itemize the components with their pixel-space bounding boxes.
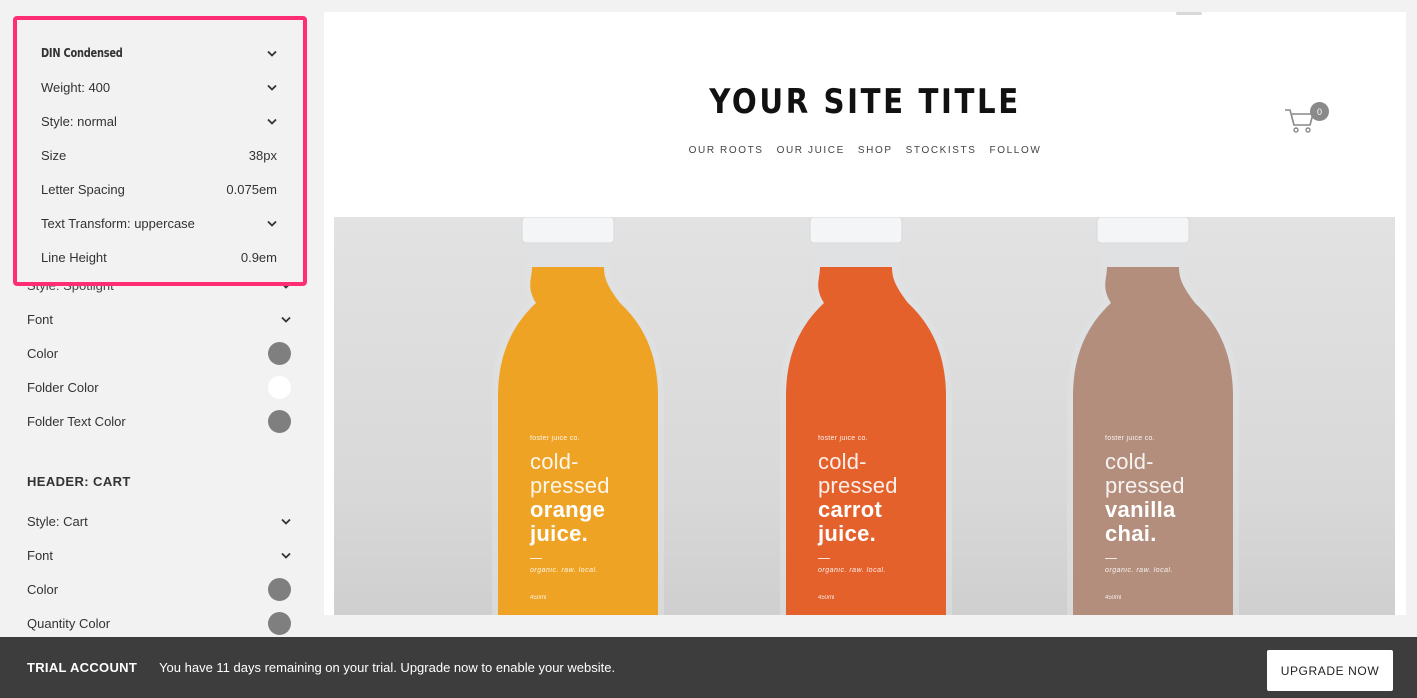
cart-count-badge: 0 (1310, 102, 1329, 121)
bottle-brand: foster juice co. (1105, 435, 1155, 442)
orange-juice-bottle: foster juice co. cold- pressed orange ju… (492, 217, 674, 615)
chevron-down-icon (281, 550, 291, 560)
text-transform-select[interactable]: Text Transform: uppercase (17, 206, 303, 240)
bottle-line-2: pressed (818, 473, 898, 498)
label-divider (530, 558, 542, 559)
navigation-font-select[interactable]: Font (0, 302, 310, 336)
label-divider (1105, 558, 1117, 559)
cart-color-row: Color (0, 572, 310, 606)
chevron-down-icon (267, 116, 277, 126)
navigation-color-row: Color (0, 336, 310, 370)
editor-app: DIN Condensed Weight: 400 Style: normal … (0, 0, 1417, 698)
font-weight-label: Weight: 400 (41, 79, 111, 95)
navigation-color-label: Color (27, 345, 59, 361)
line-height-label: Line Height (41, 249, 107, 265)
chevron-down-icon (267, 82, 277, 92)
font-family-label: DIN Condensed (41, 46, 123, 60)
bottle-volume: 450ml (530, 595, 547, 601)
cart-button[interactable]: 0 (1282, 100, 1332, 136)
vanilla-chai-bottle: foster juice co. cold- pressed vanilla c… (1067, 217, 1249, 615)
nav-link-our-roots[interactable]: OUR ROOTS (689, 145, 764, 156)
chevron-down-icon (281, 314, 291, 324)
nav-link-our-juice[interactable]: OUR JUICE (777, 145, 845, 156)
cart-font-label: Font (27, 547, 54, 563)
style-editor-sidebar: DIN Condensed Weight: 400 Style: normal … (0, 0, 310, 637)
bottle-line-3: carrot (818, 497, 883, 522)
bottle-label: foster juice co. cold- pressed orange ju… (530, 435, 660, 601)
bottle-line-2: pressed (1105, 473, 1185, 498)
line-height-field[interactable]: Line Height 0.9em (17, 240, 303, 274)
label-divider (818, 558, 830, 559)
bottle-label: foster juice co. cold- pressed vanilla c… (1105, 435, 1235, 601)
cart-font-select[interactable]: Font (0, 538, 310, 572)
nav-link-shop[interactable]: SHOP (858, 145, 893, 156)
folder-color-label: Folder Color (27, 379, 99, 395)
hero-image: foster juice co. cold- pressed orange ju… (334, 217, 1395, 615)
bottle-tagline: organic. raw. local. (818, 567, 886, 574)
bottle-line-4: juice. (530, 521, 589, 546)
bottle-tagline: organic. raw. local. (1105, 567, 1173, 574)
folder-color-swatch[interactable] (268, 375, 291, 399)
bottle-line-4: chai. (1105, 521, 1157, 546)
site-navigation: OUR ROOTS OUR JUICE SHOP STOCKISTS FOLLO… (324, 145, 1406, 156)
font-style-label: Style: normal (41, 113, 117, 129)
folder-text-color-swatch[interactable] (268, 409, 291, 433)
bottle-volume: 450ml (1105, 595, 1122, 601)
trial-account-title: TRIAL ACCOUNT (27, 660, 138, 675)
letter-spacing-label: Letter Spacing (41, 181, 125, 197)
line-height-value[interactable]: 0.9em (241, 250, 277, 265)
bottle-line-1: cold- (530, 449, 579, 474)
font-settings-popover: DIN Condensed Weight: 400 Style: normal … (13, 16, 307, 286)
navigation-font-label: Font (27, 311, 54, 327)
chevron-down-icon (281, 516, 291, 526)
cart-style-label: Style: Cart (27, 513, 88, 529)
cart-style-select[interactable]: Style: Cart (0, 504, 310, 538)
text-transform-label: Text Transform: uppercase (41, 215, 195, 231)
header-cart-section-title: HEADER: CART (27, 474, 131, 489)
preview-drag-handle[interactable] (1176, 12, 1202, 15)
carrot-juice-bottle: foster juice co. cold- pressed carrot ju… (780, 217, 962, 615)
quantity-color-swatch[interactable] (268, 611, 291, 635)
bottle-line-3: vanilla (1105, 497, 1176, 522)
letter-spacing-value[interactable]: 0.075em (226, 182, 277, 197)
site-title[interactable]: YOUR SITE TITLE (400, 82, 1331, 122)
bottle-brand: foster juice co. (530, 435, 580, 442)
bottle-line-3: orange (530, 497, 606, 522)
upgrade-now-button[interactable]: UPGRADE NOW (1267, 650, 1393, 691)
trial-account-bar: TRIAL ACCOUNT You have 11 days remaining… (0, 637, 1417, 698)
trial-account-message: You have 11 days remaining on your trial… (159, 660, 616, 675)
font-size-field[interactable]: Size 38px (17, 138, 303, 172)
quantity-color-row: Quantity Color (0, 606, 310, 637)
font-size-value[interactable]: 38px (249, 148, 277, 163)
bottle-line-1: cold- (818, 449, 867, 474)
bottle-line-1: cold- (1105, 449, 1154, 474)
cart-color-swatch[interactable] (268, 577, 291, 601)
bottle-label: foster juice co. cold- pressed carrot ju… (818, 435, 948, 601)
chevron-down-icon (267, 218, 277, 228)
bottle-brand: foster juice co. (818, 435, 868, 442)
folder-text-color-row: Folder Text Color (0, 404, 310, 438)
quantity-color-label: Quantity Color (27, 615, 111, 631)
nav-link-follow[interactable]: FOLLOW (990, 145, 1042, 156)
folder-color-row: Folder Color (0, 370, 310, 404)
chevron-down-icon (267, 48, 277, 58)
nav-link-stockists[interactable]: STOCKISTS (906, 145, 977, 156)
cart-color-label: Color (27, 581, 59, 597)
site-preview: YOUR SITE TITLE OUR ROOTS OUR JUICE SHOP… (324, 12, 1406, 615)
bottle-line-4: juice. (818, 521, 877, 546)
folder-text-color-label: Folder Text Color (27, 413, 126, 429)
bottle-line-2: pressed (530, 473, 610, 498)
bottle-tagline: organic. raw. local. (530, 567, 598, 574)
font-size-label: Size (41, 147, 67, 163)
font-style-select[interactable]: Style: normal (17, 104, 303, 138)
letter-spacing-field[interactable]: Letter Spacing 0.075em (17, 172, 303, 206)
font-family-select[interactable]: DIN Condensed (17, 36, 303, 70)
navigation-color-swatch[interactable] (268, 341, 291, 365)
bottle-volume: 450ml (818, 595, 835, 601)
font-weight-select[interactable]: Weight: 400 (17, 70, 303, 104)
